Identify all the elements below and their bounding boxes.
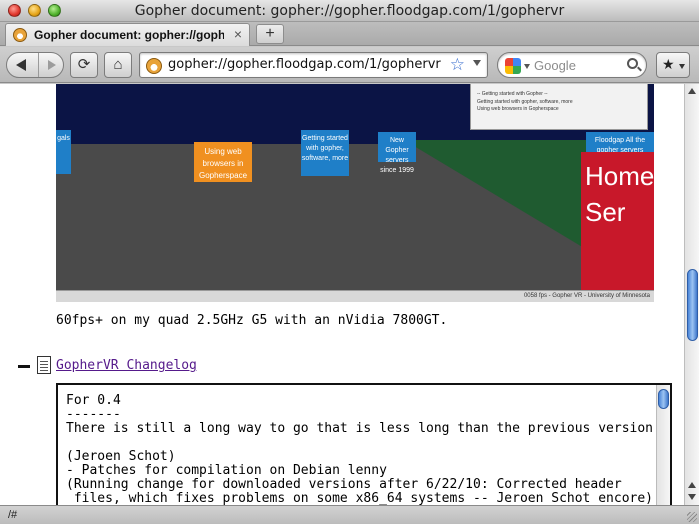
changelog-line: ------- [66, 407, 121, 422]
changelog-link[interactable]: GopherVR Changelog [56, 358, 197, 373]
window-titlebar: Gopher document: gopher://gopher.floodga… [0, 0, 699, 22]
tab-strip: Gopher document: gopher://goph... × + [0, 22, 699, 46]
resize-grip-icon[interactable] [687, 512, 697, 522]
collapse-minus-icon[interactable] [18, 365, 30, 368]
status-text: /# [8, 509, 18, 521]
vr-sign-new-gopher-servers: New Gopher servers since 1999 [378, 132, 416, 174]
changelog-scroll-thumb[interactable] [658, 389, 669, 409]
vr-panel-title: -- Getting started with Gopher -- [477, 91, 548, 97]
bookmark-star-icon[interactable]: ☆ [450, 55, 465, 75]
vr-sign-web-browsers: Using web browsers in Gopherspace [194, 142, 252, 182]
screenshot-caption: 60fps+ on my quad 2.5GHz G5 with an nVid… [56, 313, 448, 328]
changelog-line: For 0.4 [66, 393, 121, 408]
vr-sign-gals: gals [56, 130, 71, 174]
search-input[interactable] [534, 56, 622, 74]
document-icon [37, 356, 51, 374]
changelog-text: For 0.4 ------- There is still a long way … [66, 393, 661, 506]
back-forward-group [6, 52, 64, 78]
forward-button[interactable] [40, 53, 64, 77]
bookmarks-star-icon: ★ [662, 56, 675, 72]
window-title: Gopher document: gopher://gopher.floodga… [134, 3, 565, 19]
tab-gopher-document[interactable]: Gopher document: gopher://goph... × [5, 23, 250, 46]
tab-close-icon[interactable]: × [234, 26, 242, 42]
back-button[interactable] [7, 53, 39, 77]
bookmarks-menu-button[interactable]: ★ [656, 52, 690, 78]
scroll-up-arrow-icon[interactable] [688, 88, 696, 94]
vr-panel-line2: Using web browsers in Gopherspace [477, 106, 559, 112]
site-identity-icon[interactable] [146, 58, 162, 74]
scroll-down-arrow-icon[interactable] [688, 494, 696, 500]
status-bar: /# [0, 505, 699, 524]
url-history-dropdown-icon[interactable] [473, 60, 481, 66]
page-content: -- Getting started with Gopher -- Gettin… [0, 84, 684, 505]
vr-info-panel: -- Getting started with Gopher -- Gettin… [470, 84, 648, 130]
url-text[interactable]: gopher://gopher.floodgap.com/1/gophervr [168, 57, 441, 72]
home-button[interactable]: ⌂ [104, 52, 132, 78]
search-engine-dropdown-icon[interactable] [524, 64, 530, 69]
page-scroll-thumb[interactable] [687, 269, 698, 341]
changelog-line: files, which fixes problems on some x86_… [66, 491, 653, 506]
changelog-line: (Jeroen Schot) [66, 449, 176, 464]
changelog-text-box[interactable]: For 0.4 ------- There is still a long way … [56, 383, 672, 505]
changelog-line: There is still a long way to go that is … [66, 421, 661, 436]
scroll-up-arrow-bottom-icon[interactable] [688, 482, 696, 488]
changelog-line [66, 436, 661, 450]
bookmarks-dropdown-icon [679, 64, 685, 69]
back-arrow-icon [16, 59, 26, 71]
new-tab-button[interactable]: + [256, 24, 284, 44]
tab-label: Gopher document: gopher://goph... [34, 28, 224, 42]
vr-sign-home-server: Home Ser [581, 152, 654, 290]
search-magnifier-icon[interactable] [627, 58, 638, 69]
search-bar[interactable] [497, 52, 647, 78]
gophervr-screenshot-image: -- Getting started with Gopher -- Gettin… [56, 84, 654, 302]
navigation-toolbar: ⟳ ⌂ gopher://gopher.floodgap.com/1/gophe… [0, 47, 699, 83]
reload-button[interactable]: ⟳ [70, 52, 98, 78]
vr-panel-line1: Getting started with gopher, software, m… [477, 99, 573, 105]
home-icon: ⌂ [113, 56, 123, 73]
vr-status-bar: 0058 fps - Gopher VR - University of Min… [56, 290, 654, 302]
vr-sign-getting-started: Getting started with gopher, software, m… [301, 130, 349, 176]
google-engine-icon[interactable] [505, 58, 521, 74]
page-scrollbar[interactable] [684, 84, 699, 505]
changelog-line: - Patches for compilation on Debian lenn… [66, 463, 387, 478]
reload-icon: ⟳ [77, 56, 91, 73]
changelog-scrollbar[interactable] [656, 385, 670, 505]
url-bar[interactable]: gopher://gopher.floodgap.com/1/gophervr … [139, 52, 488, 78]
forward-arrow-icon [48, 60, 56, 70]
changelog-line: (Running change for downloaded versions … [66, 477, 622, 492]
gopher-favicon-icon [13, 28, 27, 42]
